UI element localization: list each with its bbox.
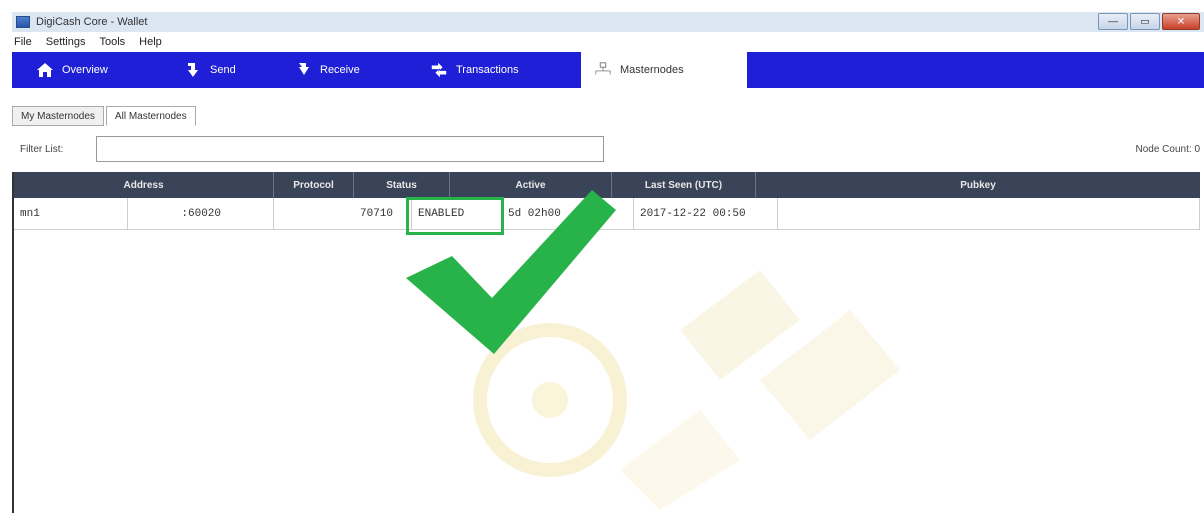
filter-row: Filter List: Node Count: 0 (12, 132, 1204, 166)
tab-overview[interactable]: Overview (36, 52, 156, 88)
tab-receive-label: Receive (320, 64, 360, 76)
header-protocol[interactable]: Protocol (274, 172, 354, 198)
cell-status: ENABLED (412, 198, 502, 230)
header-last-seen[interactable]: Last Seen (UTC) (612, 172, 756, 198)
menu-settings[interactable]: Settings (46, 36, 86, 48)
header-status[interactable]: Status (354, 172, 450, 198)
cell-pubkey (778, 198, 1200, 230)
masternode-subtabs: My Masternodes All Masternodes (12, 106, 196, 126)
home-icon (36, 61, 54, 79)
tab-masternodes-label: Masternodes (620, 64, 684, 76)
title-bar: DigiCash Core - Wallet — ▭ ✕ (12, 12, 1204, 32)
table-row[interactable]: mn1 :60020 70710 ENABLED 5d 02h00 2017-1… (14, 198, 1200, 230)
tab-all-masternodes[interactable]: All Masternodes (105, 106, 196, 126)
toolbar-background-right (747, 52, 1204, 88)
maximize-button[interactable]: ▭ (1130, 13, 1160, 30)
header-address[interactable]: Address (14, 172, 274, 198)
close-icon: ✕ (1176, 16, 1186, 27)
tab-overview-label: Overview (62, 64, 108, 76)
app-icon (16, 16, 30, 28)
cell-address: :60020 (128, 198, 274, 230)
maximize-icon: ▭ (1140, 16, 1150, 27)
tab-receive[interactable]: Receive (294, 52, 404, 88)
table-header: Address Protocol Status Active Last Seen… (14, 172, 1200, 198)
receive-icon (294, 61, 312, 79)
menu-bar: File Settings Tools Help (14, 34, 162, 50)
minimize-icon: — (1108, 16, 1118, 27)
menu-help[interactable]: Help (139, 36, 162, 48)
header-pubkey[interactable]: Pubkey (756, 172, 1200, 198)
tab-send-label: Send (210, 64, 236, 76)
header-active[interactable]: Active (450, 172, 612, 198)
main-toolbar: Overview Send Receive Transactions Maste… (12, 52, 1204, 90)
tab-masternodes[interactable]: Masternodes (590, 52, 740, 88)
node-count: Node Count: 0 (1136, 144, 1201, 155)
window-title: DigiCash Core - Wallet (36, 16, 148, 28)
tab-my-masternodes[interactable]: My Masternodes (12, 106, 104, 126)
window-controls: — ▭ ✕ (1098, 13, 1200, 30)
masternode-table: Address Protocol Status Active Last Seen… (12, 172, 1204, 513)
close-button[interactable]: ✕ (1162, 13, 1200, 30)
cell-protocol-spacer (274, 198, 354, 230)
node-count-value: 0 (1194, 143, 1200, 155)
filter-input[interactable] (96, 136, 604, 162)
cell-last-seen: 2017-12-22 00:50 (634, 198, 778, 230)
network-icon (594, 61, 612, 79)
node-count-label: Node Count: (1135, 143, 1192, 155)
tab-transactions-label: Transactions (456, 64, 519, 76)
send-icon (184, 61, 202, 79)
filter-label: Filter List: (20, 143, 64, 155)
cell-protocol: 70710 (354, 198, 412, 230)
cell-alias: mn1 (14, 198, 128, 230)
menu-file[interactable]: File (14, 36, 32, 48)
tab-transactions[interactable]: Transactions (430, 52, 580, 88)
menu-tools[interactable]: Tools (99, 36, 125, 48)
transactions-icon (430, 61, 448, 79)
tab-send[interactable]: Send (184, 52, 274, 88)
cell-active: 5d 02h00 (502, 198, 634, 230)
minimize-button[interactable]: — (1098, 13, 1128, 30)
